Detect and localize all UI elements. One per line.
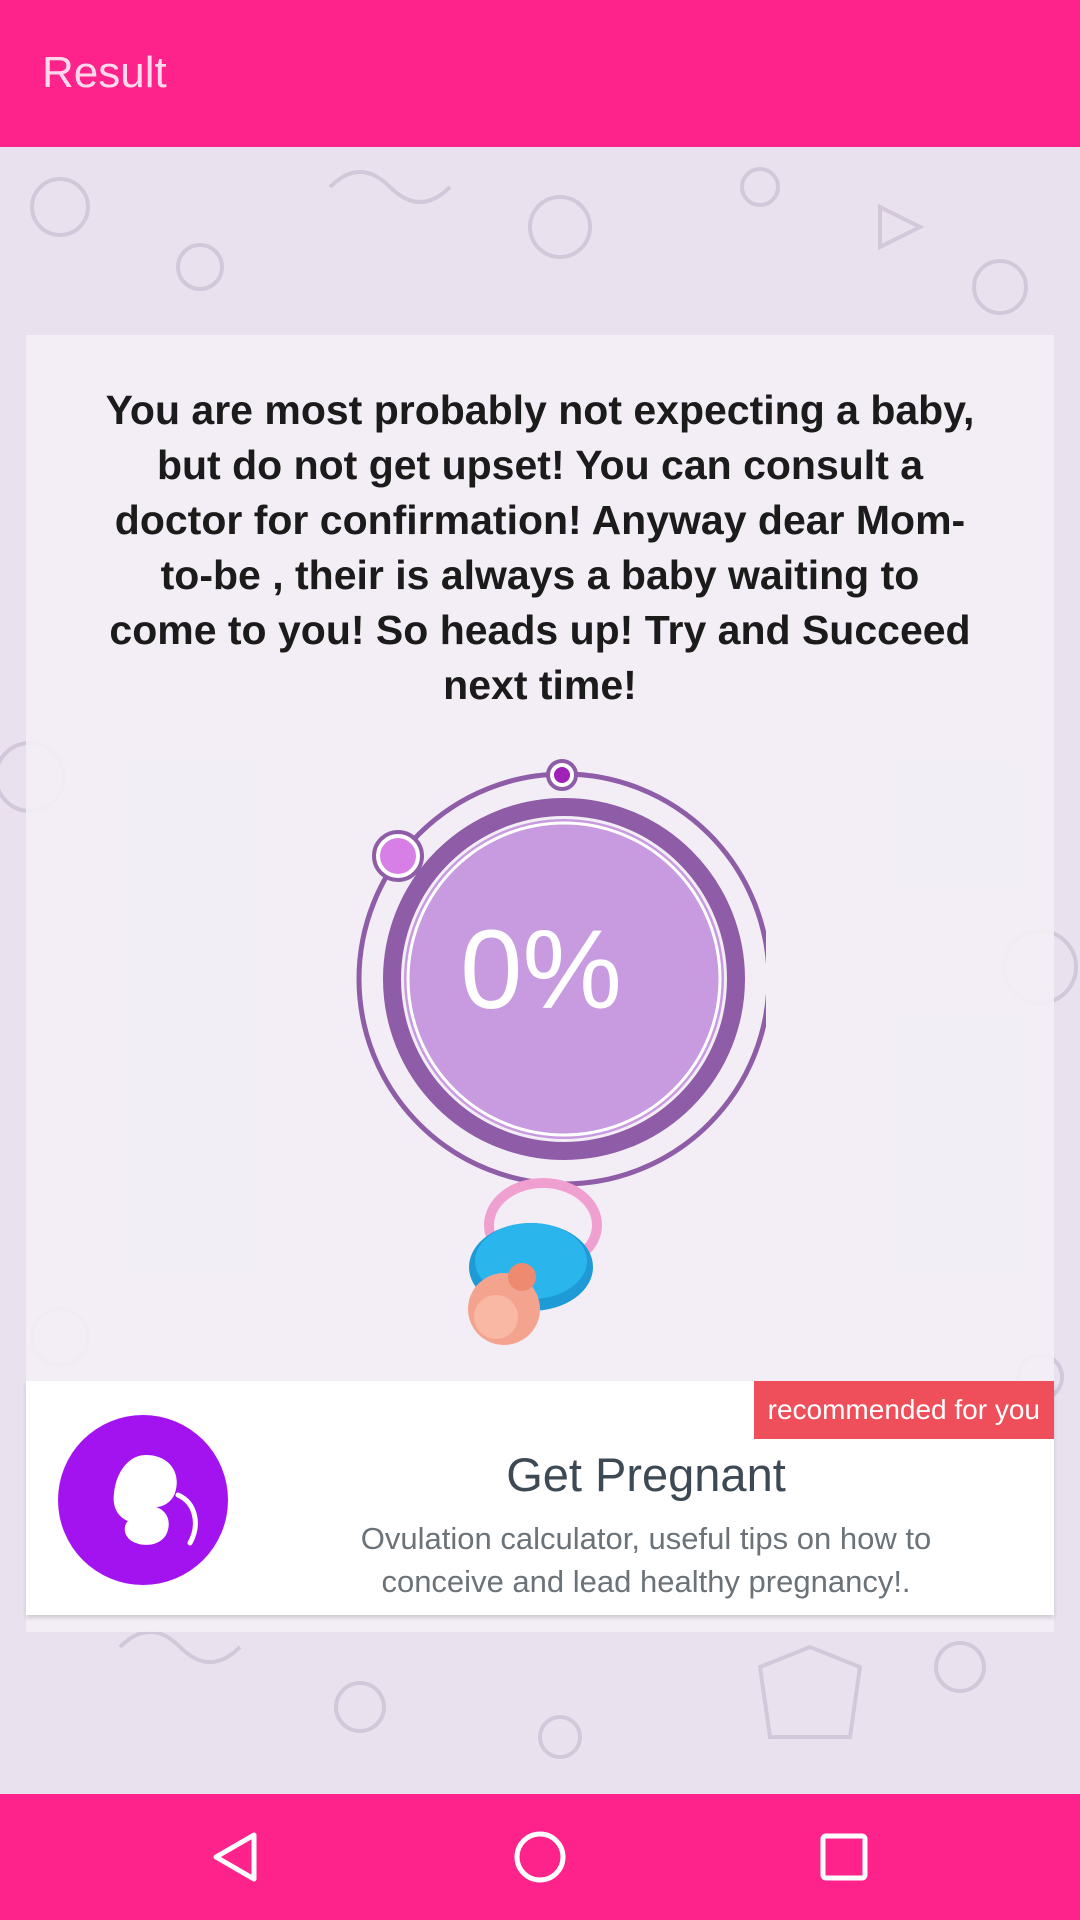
result-message: You are most probably not expecting a ba… — [105, 387, 975, 708]
gauge-graphic — [356, 759, 772, 1345]
navigation-bar — [0, 1794, 1080, 1920]
fetus-icon — [58, 1415, 228, 1585]
app-bar: Result — [0, 0, 1080, 147]
probability-percent: 0% — [460, 907, 622, 1032]
probability-gauge: 0% — [326, 745, 772, 1355]
recommended-app-banner[interactable]: recommended for you Get Pregnant Ovulati… — [26, 1381, 1054, 1615]
recents-square-icon[interactable] — [814, 1827, 874, 1887]
page-title: Result — [42, 48, 167, 97]
result-card: You are most probably not expecting a ba… — [26, 335, 1054, 1632]
promo-title: Get Pregnant — [506, 1448, 786, 1501]
back-triangle-icon[interactable] — [206, 1827, 266, 1887]
home-circle-icon[interactable] — [510, 1827, 570, 1887]
recommended-badge: recommended for you — [753, 1381, 1054, 1439]
promo-description: Ovulation calculator, useful tips on how… — [360, 1521, 932, 1599]
